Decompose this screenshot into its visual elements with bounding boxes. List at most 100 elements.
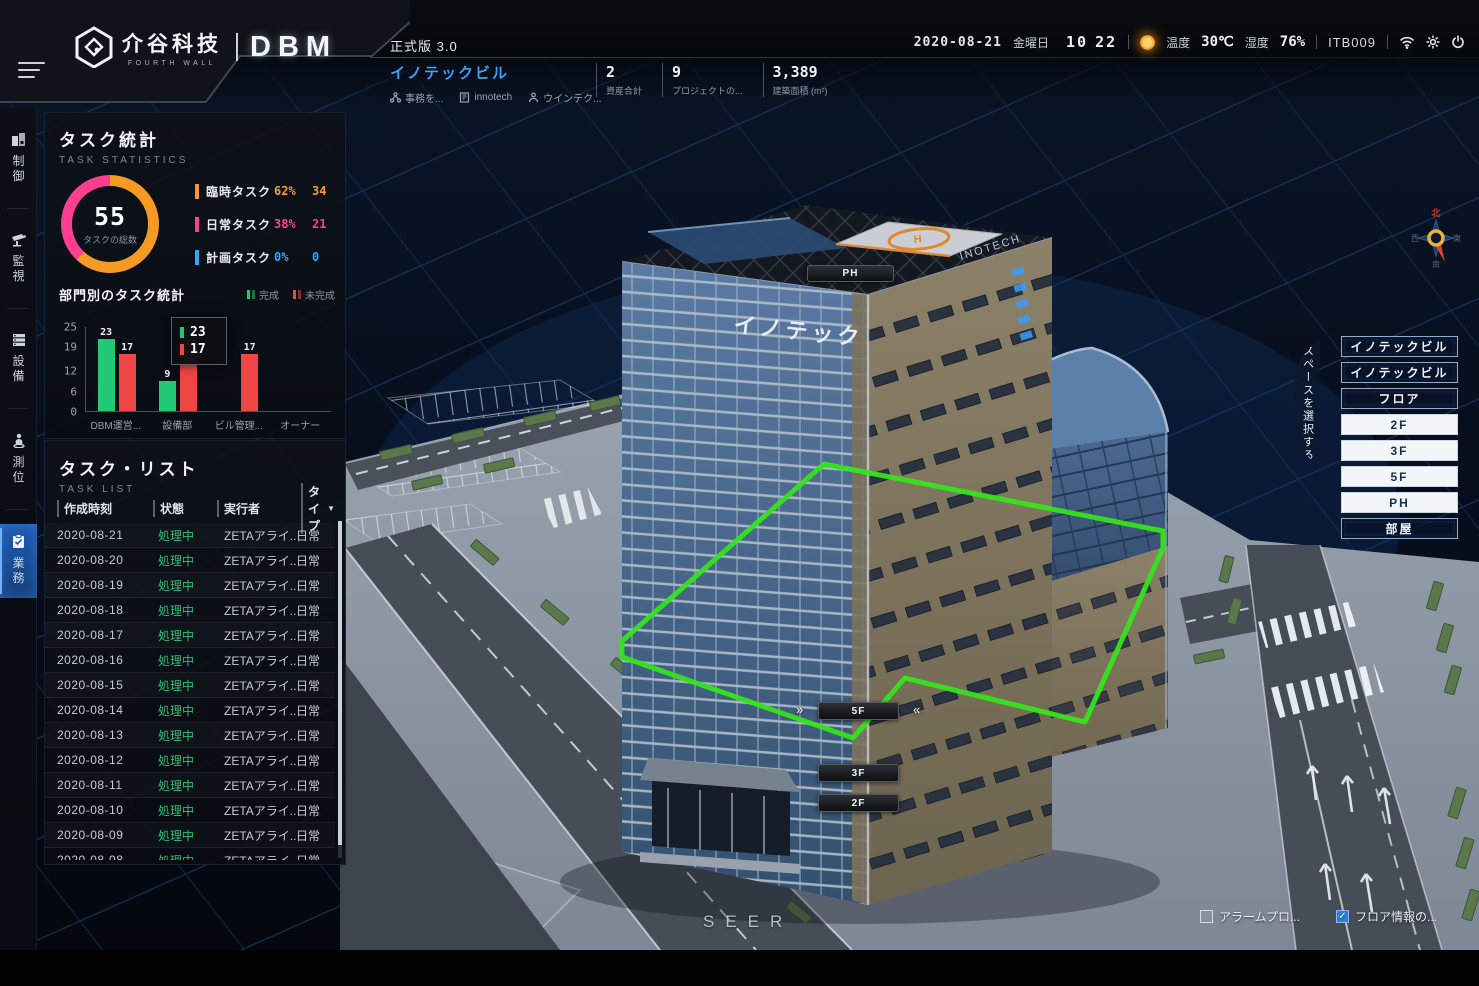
- checkbox-アラームプロ...[interactable]: アラームプロ...: [1200, 908, 1300, 925]
- building-links: 事務を...innotechウインテク...: [390, 90, 602, 105]
- task-total-label: タスクの総数: [83, 233, 137, 246]
- sidebar-item-業務[interactable]: 業務: [0, 524, 37, 598]
- table-row[interactable]: 2020-08-09処理中ZETAアライ...日常: [45, 823, 335, 848]
- compass-north-label: 北: [1431, 207, 1440, 218]
- floor-pill-5f[interactable]: 5F: [818, 702, 899, 720]
- floor-pill-ph[interactable]: PH: [807, 265, 894, 282]
- stat-label: 資産合計: [606, 84, 642, 97]
- space-button-PH[interactable]: PH: [1341, 492, 1458, 513]
- column-executor[interactable]: 実行者: [217, 500, 301, 517]
- sidebar-nav: 制御監視設備測位業務: [0, 108, 37, 950]
- brand-name-en: FOURTH WALL: [122, 60, 222, 67]
- space-button-フロア[interactable]: フロア: [1341, 388, 1458, 409]
- space-button-2F[interactable]: 2F: [1341, 414, 1458, 435]
- table-row[interactable]: 2020-08-19処理中ZETAアライ...日常: [45, 573, 335, 598]
- tasks-icon: [12, 534, 25, 549]
- space-button-部屋[interactable]: 部屋: [1341, 518, 1458, 539]
- legend-item: 計画タスク 0%0: [195, 247, 343, 267]
- table-row[interactable]: 2020-08-20処理中ZETAアライ...日常: [45, 548, 335, 573]
- table-row[interactable]: 2020-08-15処理中ZETAアライ...日常: [45, 673, 335, 698]
- wifi-icon[interactable]: [1399, 36, 1415, 49]
- floor-next-arrow-icon[interactable]: «: [913, 702, 920, 717]
- building-name[interactable]: イノテックビル: [390, 62, 602, 83]
- table-row[interactable]: 2020-08-10処理中ZETAアライ...日常: [45, 798, 335, 823]
- humidity-label: 湿度: [1245, 34, 1269, 51]
- stat-label: 建築面積 (m²): [773, 84, 828, 97]
- table-row[interactable]: 2020-08-16処理中ZETAアライ...日常: [45, 648, 335, 673]
- table-row[interactable]: 2020-08-17処理中ZETAアライ...日常: [45, 623, 335, 648]
- company-icon: [459, 92, 470, 103]
- building-link[interactable]: ウインテク...: [528, 90, 601, 105]
- floor-pill-2f[interactable]: 2F: [818, 794, 899, 812]
- floor-prev-arrow-icon[interactable]: »: [796, 702, 803, 717]
- bar-category-label: ビル管理...: [208, 417, 270, 432]
- table-row[interactable]: 2020-08-18処理中ZETAアライ...日常: [45, 598, 335, 623]
- scene-toggles: アラームプロ... ✓フロア情報の...: [1200, 908, 1437, 925]
- dept-bar-chart: 25191260 231792117 DBM運営...設備部ビル管理...オーナ…: [53, 309, 337, 432]
- sidebar-item-設備[interactable]: 設備: [0, 323, 37, 396]
- device-id: ITB009: [1328, 35, 1376, 50]
- sun-icon: [1140, 35, 1155, 50]
- sidebar-item-label: 設備: [12, 354, 24, 384]
- column-status[interactable]: 状態: [153, 500, 217, 517]
- bar-category-label: オーナー: [270, 417, 332, 432]
- dept-chart-legend: 完成 未完成: [247, 287, 335, 302]
- building-stats: 2資産合計 9 プロジェクトの... 3,389 建築面積 (m²): [596, 63, 828, 97]
- space-selector-buttons: イノテックビルイノテックビルフロア 2F 3F 5F PH 部屋: [1341, 336, 1458, 539]
- sidebar-item-制御[interactable]: 制御: [0, 122, 37, 196]
- building-link-label: innotech: [474, 92, 512, 103]
- menu-icon[interactable]: [18, 62, 46, 80]
- task-list-scrollbar[interactable]: [338, 521, 342, 858]
- checked-checkbox-icon[interactable]: ✓: [1336, 910, 1349, 923]
- compass[interactable]: 北 西 東 南: [1408, 205, 1464, 271]
- space-button-イノテックビル[interactable]: イノテックビル: [1341, 336, 1458, 357]
- table-row[interactable]: 2020-08-12処理中ZETAアライ...日常: [45, 748, 335, 773]
- dbm-dashboard: H イノテック INOTECH: [0, 0, 1479, 986]
- legend-complete: 完成: [247, 287, 279, 302]
- stat-label: プロジェクトの...: [672, 84, 743, 97]
- weekday-label: 金曜日: [1013, 34, 1049, 51]
- temperature-label: 温度: [1166, 34, 1190, 51]
- space-button-イノテックビル[interactable]: イノテックビル: [1341, 362, 1458, 383]
- table-row[interactable]: 2020-08-08処理中ZETAアライ...日常: [45, 848, 335, 860]
- sidebar-item-label: 制御: [12, 154, 24, 184]
- task-list-panel: タスク・リスト TASK LIST 作成時刻 状態 実行者 タイプ▼ 2020-…: [44, 440, 346, 865]
- bar-category-label: 設備部: [147, 417, 209, 432]
- power-icon[interactable]: [1451, 35, 1465, 49]
- bar-group[interactable]: [270, 327, 331, 411]
- brand-logo: 介谷科技 FOURTH WALL DBM: [74, 26, 337, 68]
- floor-pill-3f[interactable]: 3F: [818, 764, 899, 782]
- stat-value: 9: [672, 63, 743, 81]
- product-name: DBM: [250, 31, 337, 64]
- brand-name-cn: 介谷科技: [122, 28, 222, 58]
- space-button-3F[interactable]: 3F: [1341, 440, 1458, 461]
- bottom-bar: [0, 950, 1479, 986]
- sort-arrow-icon[interactable]: ▼: [327, 504, 335, 513]
- bar-group[interactable]: 2317: [86, 327, 147, 411]
- sidebar-item-監視[interactable]: 監視: [0, 223, 37, 296]
- table-row[interactable]: 2020-08-14処理中ZETAアライ...日常: [45, 698, 335, 723]
- legend-item: 臨時タスク 62%34: [195, 181, 343, 201]
- positioning-icon: [12, 433, 26, 448]
- building-link[interactable]: innotech: [459, 90, 512, 105]
- checkbox-フロア情報の...[interactable]: ✓フロア情報の...: [1336, 908, 1437, 925]
- sidebar-item-測位[interactable]: 測位: [0, 423, 37, 497]
- task-donut-chart: 55 タスクの総数: [61, 175, 159, 273]
- stat-value: 3,389: [773, 63, 828, 81]
- panel-title: タスク・リスト: [59, 455, 345, 480]
- gear-icon[interactable]: [1426, 35, 1440, 49]
- space-button-5F[interactable]: 5F: [1341, 466, 1458, 487]
- panel-title: タスク統計: [59, 126, 345, 151]
- table-row[interactable]: 2020-08-11処理中ZETAアライ...日常: [45, 773, 335, 798]
- building-stat: 2資産合計: [596, 63, 642, 97]
- unchecked-checkbox-icon[interactable]: [1200, 910, 1213, 923]
- table-row[interactable]: 2020-08-13処理中ZETAアライ...日常: [45, 723, 335, 748]
- status-bar: 2020-08-21 金曜日 10 22 温度 30℃ 湿度 76% ITB00…: [914, 33, 1465, 51]
- dept-chart-title: 部門別のタスク統計: [59, 285, 247, 304]
- control-icon: [11, 132, 26, 147]
- column-created[interactable]: 作成時刻: [57, 500, 153, 517]
- bar-category-label: DBM運営...: [85, 417, 147, 432]
- table-row[interactable]: 2020-08-21処理中ZETAアライ...日常: [45, 523, 335, 548]
- task-table-body: 2020-08-21処理中ZETAアライ...日常2020-08-20処理中ZE…: [45, 523, 335, 860]
- helipad-letter: H: [913, 233, 922, 246]
